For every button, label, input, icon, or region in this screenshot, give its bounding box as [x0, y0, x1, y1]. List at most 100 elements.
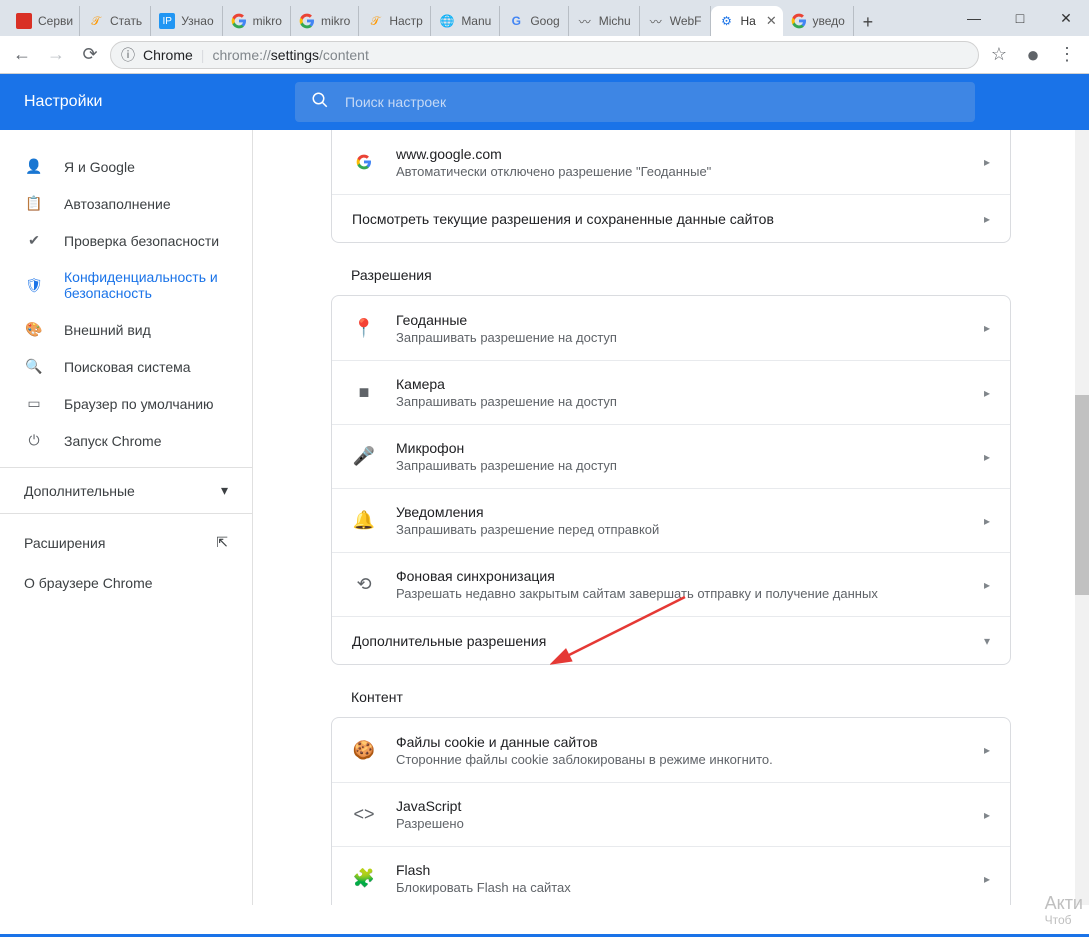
permission-row-location[interactable]: 📍 ГеоданныеЗапрашивать разрешение на дос…: [332, 296, 1010, 360]
google-favicon-icon: [352, 154, 376, 170]
settings-body: 👤Я и Google 📋Автозаполнение ✔Проверка бе…: [0, 130, 1089, 905]
browser-tab-8[interactable]: 〰Michu: [569, 6, 640, 36]
browser-toolbar: ← → ⟳ ⓘ Chrome | chrome://settings/conte…: [0, 36, 1089, 74]
sidebar-item-extensions[interactable]: Расширения⇱: [0, 522, 252, 563]
sidebar-item-appearance[interactable]: 🎨Внешний вид: [0, 311, 252, 348]
browser-icon: ▭: [24, 395, 44, 412]
chevron-right-icon: ▸: [984, 450, 990, 464]
search-icon: [311, 91, 329, 114]
settings-search[interactable]: [295, 82, 975, 122]
window-minimize-button[interactable]: —: [951, 2, 997, 34]
chevron-right-icon: ▸: [984, 743, 990, 757]
new-tab-button[interactable]: +: [854, 8, 882, 36]
sidebar-item-autofill[interactable]: 📋Автозаполнение: [0, 185, 252, 222]
browser-tab-2[interactable]: IPУзнао: [151, 6, 222, 36]
favicon-icon: G: [508, 13, 524, 29]
section-title-permissions: Разрешения: [331, 267, 1011, 283]
permission-row-background-sync[interactable]: ⟲ Фоновая синхронизацияРазрешать недавно…: [332, 552, 1010, 616]
shield-icon: 🛡: [24, 277, 44, 294]
browser-tab-5[interactable]: 𝒯Настр: [359, 6, 431, 36]
content-row-cookies[interactable]: 🍪 Файлы cookie и данные сайтовСторонние …: [332, 718, 1010, 782]
sidebar-item-search-engine[interactable]: 🔍Поисковая система: [0, 348, 252, 385]
content-row-javascript[interactable]: <> JavaScriptРазрешено ▸: [332, 782, 1010, 846]
browser-tab-4[interactable]: mikro: [291, 6, 359, 36]
favicon-icon: [231, 13, 247, 29]
globe-icon: 🌐: [439, 13, 455, 29]
favicon-icon: 𝒯: [367, 13, 383, 29]
browser-tab-0[interactable]: Серви: [8, 6, 80, 36]
back-button[interactable]: ←: [8, 41, 36, 69]
permission-row-notifications[interactable]: 🔔 УведомленияЗапрашивать разрешение пере…: [332, 488, 1010, 552]
search-icon: 🔍: [24, 358, 44, 375]
camera-icon: ■: [352, 382, 376, 403]
chevron-right-icon: ▸: [984, 212, 990, 226]
browser-tab-7[interactable]: GGoog: [500, 6, 568, 36]
section-title-content: Контент: [331, 689, 1011, 705]
browser-tab-6[interactable]: 🌐Manu: [431, 6, 500, 36]
window-close-button[interactable]: ✕: [1043, 2, 1089, 34]
location-icon: 📍: [352, 318, 376, 339]
address-bar[interactable]: ⓘ Chrome | chrome://settings/content: [110, 41, 979, 69]
favicon-icon: [16, 13, 32, 29]
favicon-icon: [299, 13, 315, 29]
favicon-icon: 〰: [648, 13, 664, 29]
chevron-right-icon: ▸: [984, 872, 990, 886]
window-maximize-button[interactable]: □: [997, 2, 1043, 34]
scheme-label: Chrome: [143, 47, 193, 63]
chevron-down-icon: ▾: [984, 634, 990, 648]
content-row-flash[interactable]: 🧩 FlashБлокировать Flash на сайтах ▸: [332, 846, 1010, 905]
sidebar-item-about[interactable]: О браузере Chrome: [0, 563, 252, 603]
sidebar-item-privacy[interactable]: 🛡Конфиденциальность и безопасность: [0, 259, 252, 311]
scrollbar-thumb[interactable]: [1075, 395, 1089, 595]
permission-row-microphone[interactable]: 🎤 МикрофонЗапрашивать разрешение на дост…: [332, 424, 1010, 488]
shield-check-icon: ✔: [24, 232, 44, 249]
reload-button[interactable]: ⟳: [76, 41, 104, 69]
sidebar-item-default-browser[interactable]: ▭Браузер по умолчанию: [0, 385, 252, 422]
microphone-icon: 🎤: [352, 446, 376, 467]
favicon-icon: IP: [159, 13, 175, 29]
sidebar-item-safety-check[interactable]: ✔Проверка безопасности: [0, 222, 252, 259]
chevron-right-icon: ▸: [984, 386, 990, 400]
permission-row-camera[interactable]: ■ КамераЗапрашивать разрешение на доступ…: [332, 360, 1010, 424]
power-icon: ⏻: [24, 432, 44, 449]
recent-site-row[interactable]: www.google.comАвтоматически отключено ра…: [332, 130, 1010, 194]
browser-tab-active[interactable]: ⚙На✕: [711, 6, 783, 36]
palette-icon: 🎨: [24, 321, 44, 338]
external-link-icon: ⇱: [216, 534, 228, 551]
favicon-icon: 〰: [577, 13, 593, 29]
sidebar-item-you-and-google[interactable]: 👤Я и Google: [0, 148, 252, 185]
sidebar-advanced-toggle[interactable]: Дополнительные▾: [0, 467, 252, 514]
additional-permissions-row[interactable]: Дополнительные разрешения ▾: [332, 616, 1010, 664]
browser-tab-9[interactable]: 〰WebF: [640, 6, 711, 36]
chevron-right-icon: ▸: [984, 578, 990, 592]
main-content: www.google.comАвтоматически отключено ра…: [253, 130, 1089, 905]
extension-icon: 🧩: [352, 868, 376, 889]
code-icon: <>: [352, 804, 376, 825]
activation-watermark: Акти Чтоб: [1045, 894, 1083, 927]
tab-strip: Серви 𝒯Стать IPУзнао mikro mikro 𝒯Настр …: [0, 0, 1089, 36]
browser-tab-3[interactable]: mikro: [223, 6, 291, 36]
site-info-icon[interactable]: ⓘ: [121, 45, 135, 65]
sync-icon: ⟲: [352, 574, 376, 595]
chevron-down-icon: ▾: [221, 482, 228, 499]
person-icon: 👤: [24, 158, 44, 175]
view-all-permissions-row[interactable]: Посмотреть текущие разрешения и сохранен…: [332, 194, 1010, 242]
favicon-icon: [791, 13, 807, 29]
chevron-right-icon: ▸: [984, 808, 990, 822]
forward-button[interactable]: →: [42, 41, 70, 69]
bell-icon: 🔔: [352, 510, 376, 531]
menu-button[interactable]: ⋮: [1053, 41, 1081, 69]
sidebar: 👤Я и Google 📋Автозаполнение ✔Проверка бе…: [0, 130, 253, 905]
chevron-right-icon: ▸: [984, 155, 990, 169]
page-title: Настройки: [0, 93, 295, 111]
chevron-right-icon: ▸: [984, 514, 990, 528]
browser-tab-11[interactable]: уведо: [783, 6, 854, 36]
bookmark-star-icon[interactable]: ☆: [985, 41, 1013, 69]
clipboard-icon: 📋: [24, 195, 44, 212]
close-tab-icon[interactable]: ✕: [766, 13, 777, 29]
cookie-icon: 🍪: [352, 740, 376, 761]
search-input[interactable]: [345, 94, 959, 110]
browser-tab-1[interactable]: 𝒯Стать: [80, 6, 151, 36]
profile-avatar-icon[interactable]: ●: [1019, 41, 1047, 69]
sidebar-item-on-startup[interactable]: ⏻Запуск Chrome: [0, 422, 252, 459]
